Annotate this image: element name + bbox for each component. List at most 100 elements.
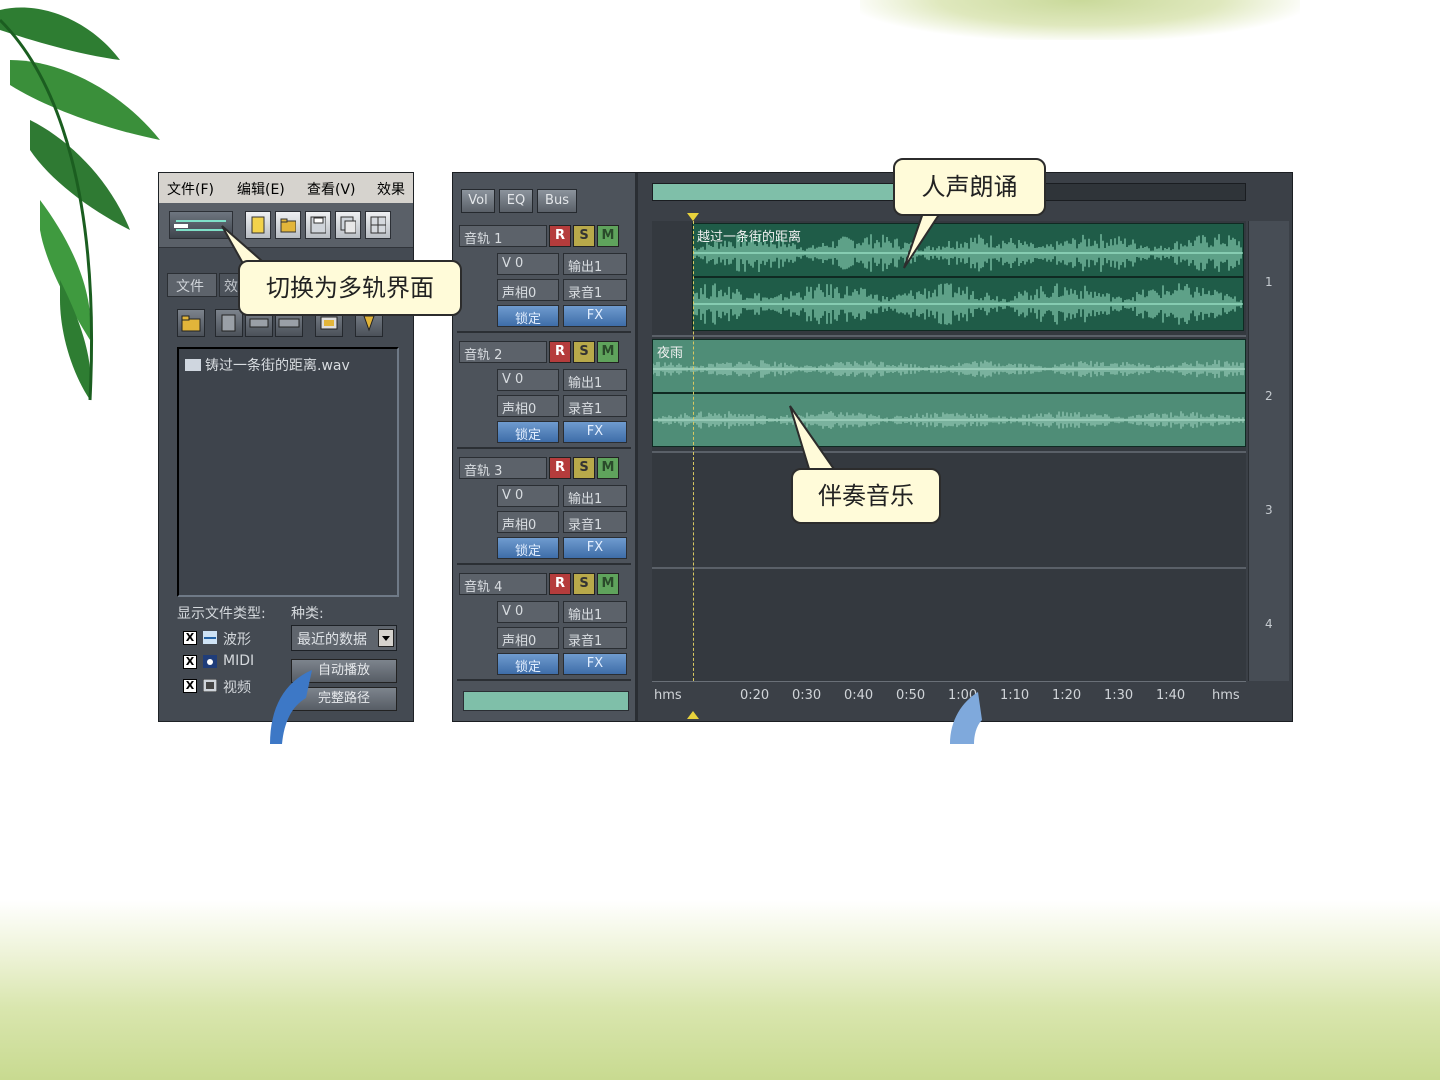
video-icon (203, 679, 217, 692)
mute-button[interactable]: M (597, 225, 619, 247)
track-number-scale: 1 2 3 4 (1248, 221, 1289, 681)
vocal-clip[interactable]: 越过一条街的距离 (692, 223, 1244, 331)
record-input-button[interactable]: 录音1 (563, 511, 627, 533)
volume-field[interactable]: V 0 (497, 485, 559, 507)
mute-button[interactable]: M (597, 573, 619, 595)
solo-button[interactable]: S (573, 457, 595, 479)
midi-type-label: MIDI (223, 653, 255, 669)
track-name[interactable]: 音轨 2 (459, 341, 547, 363)
fx-button[interactable]: FX (563, 421, 627, 443)
horizontal-scrollbar[interactable] (463, 691, 629, 711)
show-types-label: 显示文件类型: (177, 606, 266, 622)
track-header-4: 音轨 4 R S M V 0 输出1 声相0 录音1 锁定 FX (457, 567, 631, 681)
fx-button[interactable]: FX (563, 653, 627, 675)
output-button[interactable]: 输出1 (563, 253, 627, 275)
playhead-bottom-marker[interactable] (687, 711, 699, 719)
mute-button[interactable]: M (597, 457, 619, 479)
pan-field[interactable]: 声相0 (497, 627, 559, 649)
menu-bar: 文件(F) 编辑(E) 查看(V) 效果 (159, 173, 413, 204)
lock-button[interactable]: 锁定 (497, 305, 559, 327)
lock-button[interactable]: 锁定 (497, 653, 559, 675)
lock-button[interactable]: 锁定 (497, 537, 559, 559)
tab-eq[interactable]: EQ (499, 189, 533, 213)
curved-arrow-icon (270, 670, 312, 744)
pan-field[interactable]: 声相0 (497, 511, 559, 533)
track-lane-2[interactable]: 夜雨 (652, 337, 1246, 453)
ruler-label: 1:30 (1104, 688, 1134, 703)
waveform-left-channel (693, 234, 1243, 272)
overview-visible-range[interactable] (653, 184, 893, 200)
menu-file[interactable]: 文件(F) (167, 179, 214, 199)
output-button[interactable]: 输出1 (563, 369, 627, 391)
save-all-icon (340, 216, 356, 234)
menu-edit[interactable]: 编辑(E) (237, 179, 285, 199)
close-file-icon (221, 314, 236, 332)
track-lane-4[interactable] (652, 569, 1246, 683)
folder-icon (280, 218, 296, 233)
menu-effects[interactable]: 效果 (377, 179, 405, 199)
record-arm-button[interactable]: R (549, 225, 571, 247)
menu-view[interactable]: 查看(V) (307, 179, 356, 199)
output-button[interactable]: 输出1 (563, 485, 627, 507)
channel-divider (693, 276, 1243, 278)
track-name[interactable]: 音轨 4 (459, 573, 547, 595)
ruler-label: hms (654, 688, 682, 703)
vocal-callout: 人声朗诵 (893, 158, 1046, 216)
record-input-button[interactable]: 录音1 (563, 627, 627, 649)
solo-button[interactable]: S (573, 573, 595, 595)
list-item[interactable]: 铸过一条街的距离.wav (185, 355, 350, 375)
track-header-3: 音轨 3 R S M V 0 输出1 声相0 录音1 锁定 FX (457, 451, 631, 565)
record-arm-button[interactable]: R (549, 573, 571, 595)
close-file-button[interactable] (215, 309, 243, 337)
pan-field[interactable]: 声相0 (497, 279, 559, 301)
record-input-button[interactable]: 录音1 (563, 395, 627, 417)
ruler-label: 1:10 (1000, 688, 1030, 703)
file-list: 铸过一条街的距离.wav (177, 347, 399, 597)
record-input-button[interactable]: 录音1 (563, 279, 627, 301)
kind-select-value: 最近的数据 (297, 632, 367, 648)
lane-number: 3 (1265, 503, 1273, 517)
midi-checkbox[interactable]: X (183, 655, 197, 669)
pan-field[interactable]: 声相0 (497, 395, 559, 417)
tab-bus[interactable]: Bus (537, 189, 577, 213)
save-all-button[interactable] (335, 211, 361, 239)
track-lane-3[interactable] (652, 453, 1246, 569)
kind-select[interactable]: 最近的数据 (291, 625, 397, 651)
waveform-right-channel (653, 411, 1245, 429)
volume-field[interactable]: V 0 (497, 369, 559, 391)
music-clip[interactable]: 夜雨 (652, 339, 1246, 447)
chevron-down-icon[interactable] (378, 629, 394, 647)
ruler-label: 0:20 (740, 688, 770, 703)
channel-divider (653, 392, 1245, 394)
wav-file-icon (185, 359, 201, 371)
file-panel: 文件(F) 编辑(E) 查看(V) 效果 文件 效 铸过一条街的距离.wav 显… (158, 172, 414, 722)
tab-vol[interactable]: Vol (461, 189, 495, 213)
track-header-2: 音轨 2 R S M V 0 输出1 声相0 录音1 锁定 FX (457, 335, 631, 449)
output-button[interactable]: 输出1 (563, 601, 627, 623)
lock-button[interactable]: 锁定 (497, 421, 559, 443)
lane-number: 2 (1265, 389, 1273, 403)
volume-field[interactable]: V 0 (497, 253, 559, 275)
track-name[interactable]: 音轨 3 (459, 457, 547, 479)
track-name[interactable]: 音轨 1 (459, 225, 547, 247)
video-checkbox[interactable]: X (183, 679, 197, 693)
solo-button[interactable]: S (573, 341, 595, 363)
ruler-label: 1:20 (1052, 688, 1082, 703)
record-arm-button[interactable]: R (549, 341, 571, 363)
fx-button[interactable]: FX (563, 305, 627, 327)
playhead-line[interactable] (693, 221, 694, 691)
fx-button[interactable]: FX (563, 537, 627, 559)
waveform-right-channel (693, 283, 1243, 325)
mute-button[interactable]: M (597, 341, 619, 363)
save-button[interactable] (305, 211, 331, 239)
properties-button[interactable] (365, 211, 391, 239)
bottom-grass-decoration (0, 900, 1440, 1080)
waveform-checkbox[interactable]: X (183, 631, 197, 645)
track-view: 越过一条街的距离 夜雨 1 2 3 4 hms 0:20 0:30 0:40 0… (638, 173, 1292, 721)
solo-button[interactable]: S (573, 225, 595, 247)
playhead-top-marker[interactable] (687, 213, 699, 221)
import-button[interactable] (177, 309, 205, 337)
multitrack-window: Vol EQ Bus 音轨 1 R S M V 0 输出1 声相0 录音1 锁定… (452, 172, 1293, 722)
record-arm-button[interactable]: R (549, 457, 571, 479)
volume-field[interactable]: V 0 (497, 601, 559, 623)
